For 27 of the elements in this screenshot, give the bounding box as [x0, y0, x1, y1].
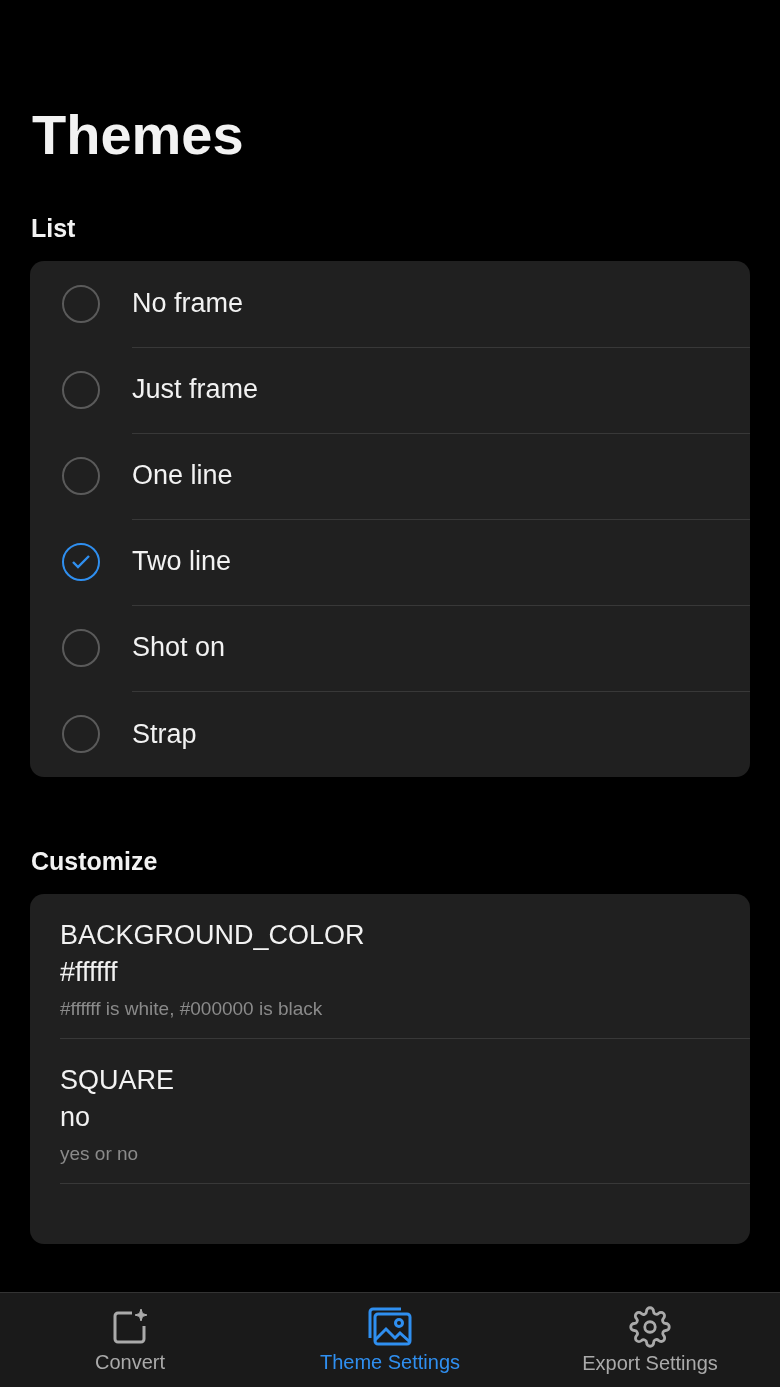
page-title: Themes — [32, 102, 245, 168]
section-heading: Customize — [31, 847, 159, 876]
setting-hint: #ffffff is white, #000000 is black — [60, 998, 324, 1020]
option-label[interactable]: Just frame — [132, 374, 259, 405]
option-label[interactable]: Shot on — [132, 632, 226, 663]
setting-name: BACKGROUND_COLOR — [60, 920, 366, 951]
radio-button[interactable] — [62, 543, 100, 581]
radio-button[interactable] — [62, 285, 100, 323]
radio-button[interactable] — [62, 457, 100, 495]
option-label[interactable]: No frame — [132, 288, 244, 319]
setting-name: SQUARE — [60, 1065, 176, 1096]
radio-button[interactable] — [62, 371, 100, 409]
nav-tab[interactable]: Convert — [0, 1293, 260, 1387]
option-label[interactable]: One line — [132, 460, 233, 491]
setting-value[interactable]: no — [60, 1102, 750, 1133]
nav-tab[interactable]: Export Settings — [520, 1293, 780, 1387]
option-label[interactable]: Strap — [132, 718, 197, 750]
setting-hint: yes or no — [60, 1143, 140, 1165]
radio-button[interactable] — [62, 629, 100, 667]
image-icon — [367, 1306, 413, 1347]
radio-button[interactable] — [62, 715, 100, 753]
check-icon — [71, 554, 91, 570]
settings-icon — [629, 1305, 671, 1348]
section-heading: List — [31, 214, 77, 243]
option-label[interactable]: Two line — [132, 546, 232, 577]
setting-value[interactable]: #ffffff — [60, 957, 750, 988]
nav-tab[interactable]: Theme Settings — [260, 1293, 520, 1387]
